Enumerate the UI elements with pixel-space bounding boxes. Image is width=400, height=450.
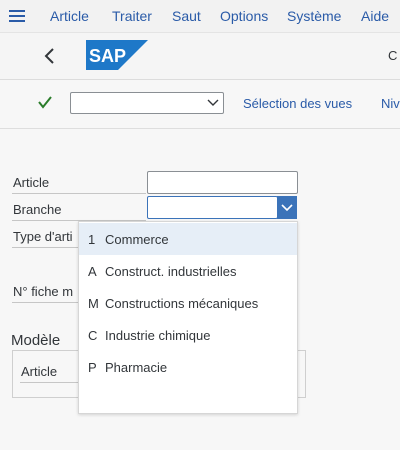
back-arrow-icon[interactable] [40, 46, 60, 66]
modele-article-underline [20, 382, 80, 383]
option-text: Pharmacie [105, 360, 168, 375]
option-text: Industrie chimique [105, 328, 211, 343]
option-text: Commerce [105, 232, 169, 247]
article-label: Article [13, 175, 50, 190]
branche-input[interactable] [147, 196, 278, 219]
article-input[interactable] [147, 171, 298, 194]
type-article-label: Type d'arti [13, 229, 73, 244]
niveaux-button[interactable]: Niv [381, 96, 400, 111]
check-icon[interactable] [37, 94, 53, 110]
menu-saut[interactable]: Saut [172, 8, 201, 24]
fiche-label: N° fiche m [13, 284, 74, 299]
option-key: 1 [88, 232, 96, 247]
hamburger-menu-icon[interactable] [7, 7, 27, 25]
menu-traiter[interactable]: Traiter [112, 8, 152, 24]
selection-des-vues-button[interactable]: Sélection des vues [243, 96, 352, 111]
dropdown-option[interactable]: P Pharmacie [79, 351, 297, 383]
type-article-underline [12, 247, 78, 248]
menu-options[interactable]: Options [220, 8, 268, 24]
chevron-down-icon[interactable] [207, 99, 219, 107]
dropdown-option[interactable]: C Industrie chimique [79, 319, 297, 351]
option-key: C [88, 328, 98, 343]
option-text: Construct. industrielles [105, 264, 237, 279]
svg-text:SAP: SAP [89, 46, 126, 66]
title-bar [0, 33, 400, 80]
modele-article-label: Article [21, 364, 58, 379]
menu-bar: Article Traiter Saut Options Système Aid… [0, 0, 400, 33]
sap-logo: SAP [86, 40, 148, 70]
page-title-fragment: C [388, 48, 398, 63]
menu-article[interactable]: Article [50, 8, 89, 24]
article-label-underline [12, 193, 146, 194]
branche-label: Branche [13, 202, 62, 217]
modele-section-title: Modèle [11, 332, 61, 349]
toolbar-combobox[interactable] [70, 92, 224, 114]
option-key: P [88, 360, 97, 375]
branche-dropdown-list: 1 Commerce A Construct. industrielles M … [78, 221, 298, 414]
menu-aide[interactable]: Aide [361, 8, 389, 24]
option-key: A [88, 264, 97, 279]
option-key: M [88, 296, 99, 311]
branche-dropdown-button[interactable] [277, 196, 297, 219]
dropdown-option[interactable]: A Construct. industrielles [79, 255, 297, 287]
dropdown-option[interactable]: M Constructions mécaniques [79, 287, 297, 319]
option-text: Constructions mécaniques [105, 296, 259, 311]
dropdown-option[interactable]: 1 Commerce [79, 223, 297, 255]
fiche-underline [12, 302, 78, 303]
menu-systeme[interactable]: Système [287, 8, 341, 24]
chevron-down-icon [281, 204, 293, 212]
